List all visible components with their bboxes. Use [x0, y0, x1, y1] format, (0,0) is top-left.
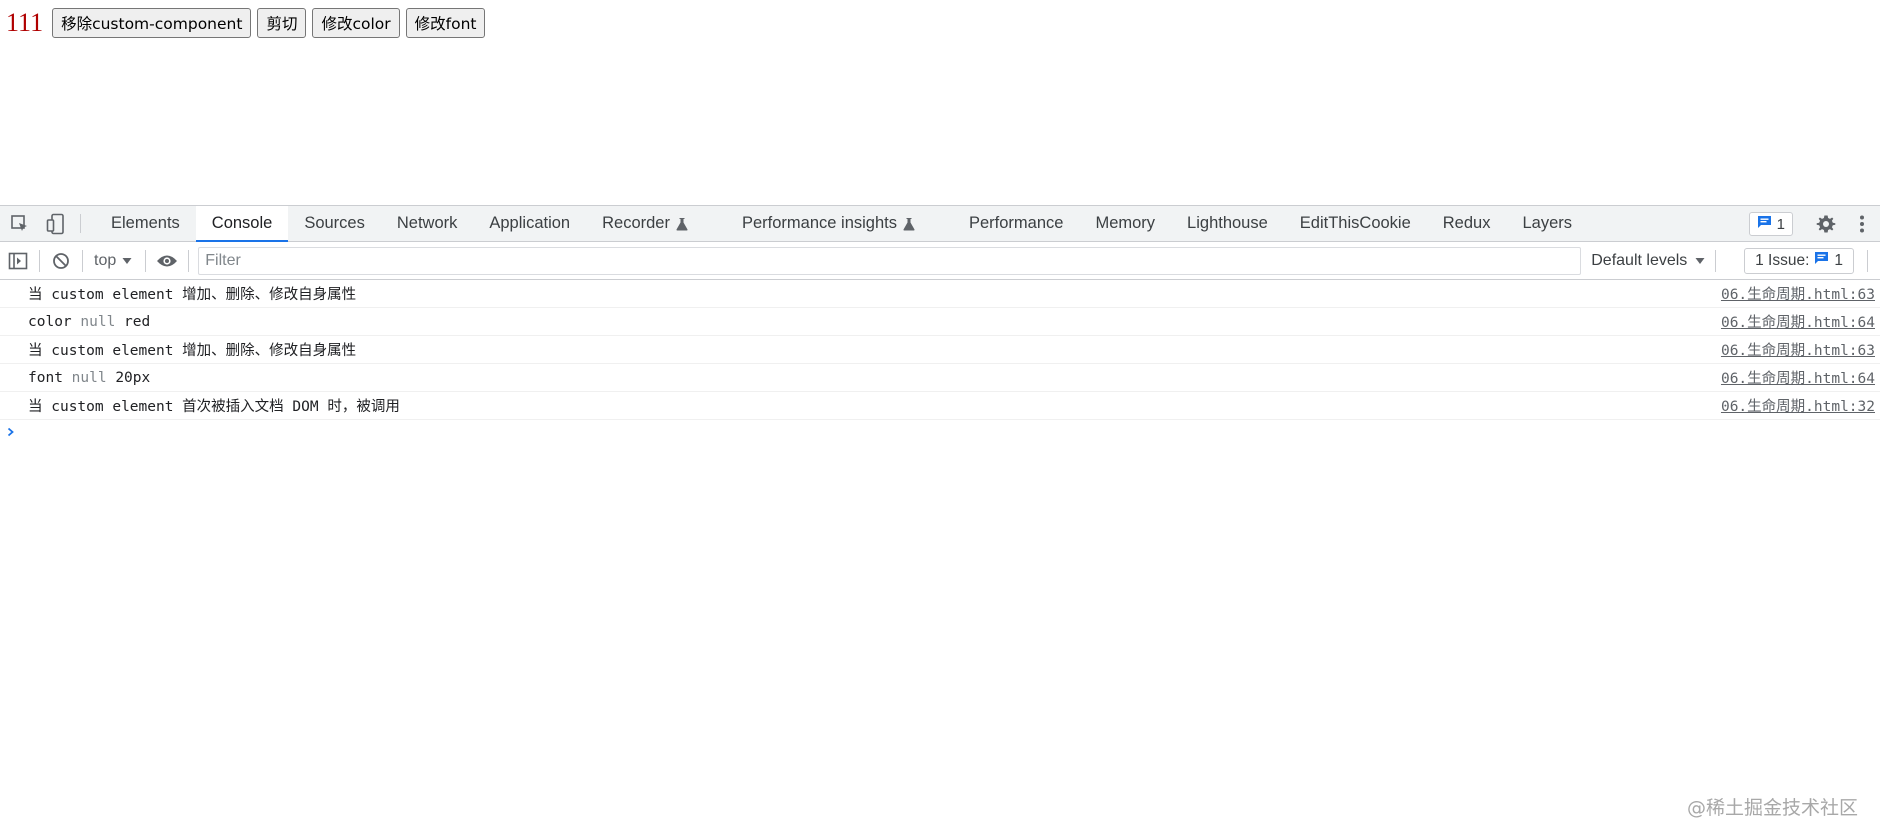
tab-label: Elements — [111, 214, 180, 232]
message-text: 当 custom element 首次被插入文档 DOM 时，被调用 — [28, 399, 400, 415]
cut-button[interactable]: 剪切 — [257, 8, 307, 38]
tab-redux[interactable]: Redux — [1427, 206, 1507, 241]
tab-label: Recorder — [602, 214, 670, 232]
tab-application[interactable]: Application — [473, 206, 586, 241]
tab-label: Performance — [968, 214, 1064, 232]
tab-label: Performance insights — [741, 214, 897, 232]
gear-icon[interactable] — [1808, 206, 1844, 242]
context-selector[interactable]: top — [86, 252, 142, 270]
null-value: null — [80, 313, 116, 330]
message-text: 当 custom element 增加、删除、修改自身属性 — [28, 287, 357, 303]
tab-label: EditThisCookie — [1299, 214, 1411, 232]
remove-component-button[interactable]: 移除custom-component — [52, 8, 252, 38]
inspect-element-icon[interactable] — [2, 206, 38, 241]
source-link[interactable]: 06.生命周期.html:64 — [1721, 311, 1875, 332]
toolbar-divider — [188, 249, 190, 272]
console-message: 当 custom element 增加、删除、修改自身属性 06.生命周期.ht… — [0, 336, 1880, 364]
toolbar-divider — [145, 249, 147, 272]
message-part: color — [28, 313, 72, 330]
flask-icon — [676, 217, 688, 231]
watermark: @稀土掘金技术社区 — [1686, 797, 1858, 819]
devtools-tabbar: Elements Console Sources Network Applica… — [0, 206, 1880, 242]
page-viewport: 111 移除custom-component 剪切 修改color 修改font — [0, 0, 1880, 205]
caret-down-icon — [122, 252, 132, 270]
tab-label: Layers — [1522, 214, 1572, 232]
tab-editthiscookie[interactable]: EditThisCookie — [1284, 206, 1427, 241]
console-messages: 当 custom element 增加、删除、修改自身属性 06.生命周期.ht… — [0, 280, 1880, 446]
null-value: null — [71, 369, 107, 386]
issues-count: 1 — [1834, 251, 1843, 269]
toolbar-divider — [1715, 249, 1717, 272]
flask-icon — [903, 217, 915, 231]
console-toolbar: top Default levels 1 Issue: 1 — [0, 242, 1880, 280]
toolbar-divider — [1867, 249, 1868, 272]
tab-label: Sources — [304, 214, 365, 232]
tab-recorder[interactable]: Recorder — [586, 206, 726, 241]
devtools-tabbar-right: 1 — [1748, 206, 1880, 242]
device-toolbar-icon[interactable] — [38, 206, 74, 241]
filter-input[interactable] — [198, 246, 1582, 275]
tab-network[interactable]: Network — [381, 206, 474, 241]
context-value: top — [94, 251, 117, 269]
issues-label: 1 Issue: — [1755, 251, 1810, 269]
tab-performance-insights[interactable]: Performance insights — [726, 206, 953, 241]
source-link[interactable]: 06.生命周期.html:63 — [1721, 283, 1875, 304]
messages-count: 1 — [1776, 215, 1785, 233]
tab-layers[interactable]: Layers — [1506, 206, 1588, 241]
log-levels-label: Default levels — [1591, 251, 1688, 269]
toolbar-divider — [39, 249, 40, 272]
devtools-tabs: Elements Console Sources Network Applica… — [95, 206, 1588, 242]
tab-elements[interactable]: Elements — [95, 206, 196, 241]
eye-icon[interactable] — [149, 243, 185, 279]
message-text: 当 custom element 增加、删除、修改自身属性 — [28, 343, 357, 359]
prompt-chevron-icon — [7, 424, 15, 442]
tab-label: Lighthouse — [1187, 214, 1268, 232]
message-part: red — [124, 313, 151, 330]
clear-console-icon[interactable] — [43, 243, 79, 279]
console-message: 当 custom element 增加、删除、修改自身属性 06.生命周期.ht… — [0, 280, 1880, 308]
message-text: font null 20px — [28, 370, 150, 386]
change-font-button[interactable]: 修改font — [405, 8, 486, 38]
change-color-button[interactable]: 修改color — [312, 8, 400, 38]
toolbar-divider — [82, 249, 83, 272]
source-link[interactable]: 06.生命周期.html:64 — [1721, 367, 1875, 388]
console-prompt[interactable] — [0, 420, 1880, 446]
tab-lighthouse[interactable]: Lighthouse — [1171, 206, 1284, 241]
log-levels-dropdown[interactable]: Default levels — [1591, 252, 1705, 270]
caret-down-icon — [1695, 252, 1705, 270]
tab-label: Redux — [1442, 214, 1491, 232]
tab-performance[interactable]: Performance — [953, 206, 1079, 241]
tab-label: Console — [211, 214, 273, 232]
message-icon — [1757, 215, 1772, 233]
tab-label: Network — [396, 214, 458, 232]
source-link[interactable]: 06.生命周期.html:32 — [1721, 395, 1875, 416]
sidebar-toggle-icon[interactable] — [0, 243, 36, 279]
source-link[interactable]: 06.生命周期.html:63 — [1721, 339, 1875, 360]
message-icon — [1814, 251, 1829, 270]
message-part: font — [28, 369, 63, 386]
console-message: color null red 06.生命周期.html:64 — [0, 308, 1880, 336]
page-content-row: 111 移除custom-component 剪切 修改color 修改font — [6, 8, 486, 38]
issues-button[interactable]: 1 Issue: 1 — [1744, 247, 1854, 274]
toolbar-divider — [80, 214, 81, 233]
message-text: color null red — [28, 314, 150, 330]
tab-label: Application — [489, 214, 571, 232]
more-options-icon[interactable] — [1844, 206, 1880, 242]
console-message: 当 custom element 首次被插入文档 DOM 时，被调用 06.生命… — [0, 392, 1880, 420]
custom-component-text: 111 — [6, 8, 44, 37]
message-part: 20px — [115, 369, 151, 386]
tab-label: Memory — [1095, 214, 1156, 232]
tab-sources[interactable]: Sources — [288, 206, 381, 241]
console-message: font null 20px 06.生命周期.html:64 — [0, 364, 1880, 392]
tab-memory[interactable]: Memory — [1079, 206, 1171, 241]
messages-badge[interactable]: 1 — [1748, 212, 1793, 236]
devtools-panel: Elements Console Sources Network Applica… — [0, 205, 1880, 828]
tab-console[interactable]: Console — [195, 206, 289, 242]
